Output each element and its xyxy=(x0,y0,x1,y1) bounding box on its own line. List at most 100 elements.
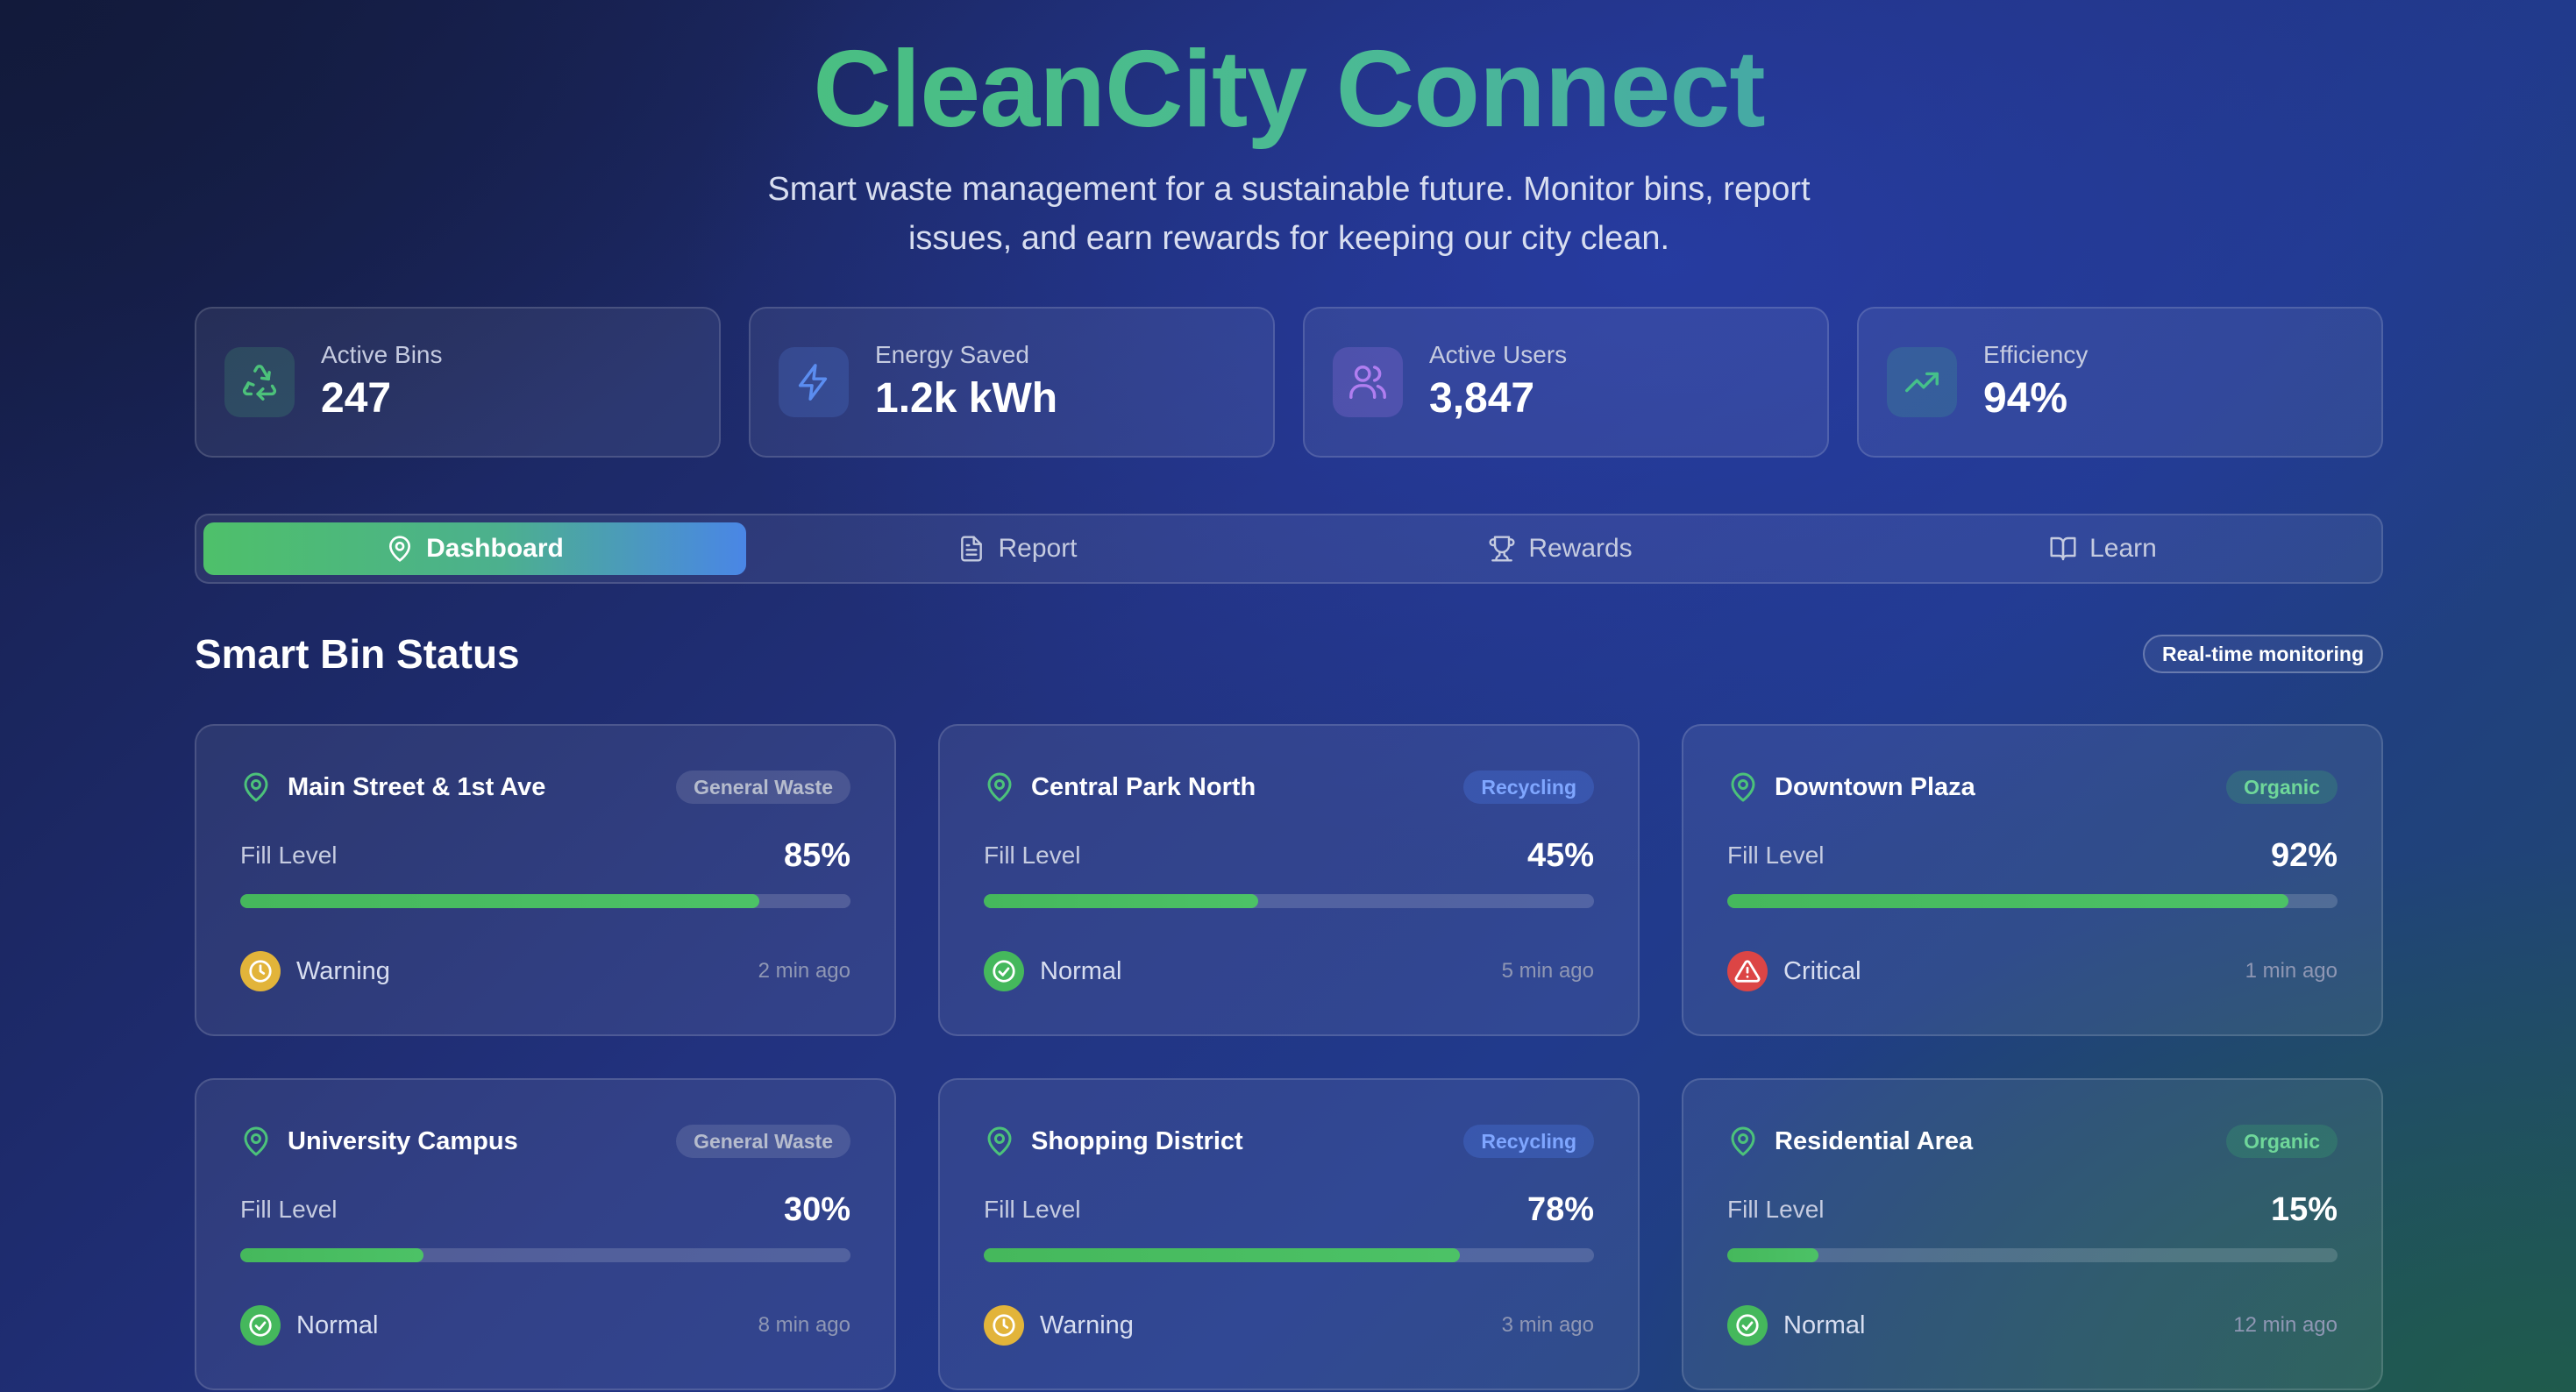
fill-level-value: 15% xyxy=(2270,1190,2338,1228)
bin-location: Downtown Plaza xyxy=(1775,772,1975,801)
status-label: Critical xyxy=(1783,956,1861,985)
tab-label: Rewards xyxy=(1528,534,1633,563)
fill-level-value: 78% xyxy=(1526,1190,1594,1228)
section-title: Smart Bin Status xyxy=(195,631,520,677)
tab-dashboard[interactable]: Dashboard xyxy=(203,522,746,575)
bin-card[interactable]: Residential Area Organic Fill Level 15% Norm… xyxy=(1682,1078,2383,1390)
fill-row: Fill Level 15% xyxy=(1727,1190,2338,1229)
alert-triangle-icon xyxy=(1727,951,1768,991)
status-label: Warning xyxy=(296,956,390,985)
tab-learn[interactable]: Learn xyxy=(1832,522,2374,575)
map-pin-icon xyxy=(1731,1126,1755,1156)
fill-level-label: Fill Level xyxy=(1727,842,1825,869)
last-updated: 5 min ago xyxy=(1501,959,1594,983)
fill-level-value: 30% xyxy=(783,1190,850,1228)
users-icon xyxy=(1333,347,1403,417)
stat-card-energy-saved: Energy Saved 1.2k kWh xyxy=(749,307,1275,458)
waste-type-badge: Organic xyxy=(2226,771,2338,804)
tab-label: Dashboard xyxy=(426,534,564,563)
stat-value: 94% xyxy=(1983,375,2068,422)
fill-row: Fill Level 92% xyxy=(1727,836,2338,875)
fill-level-bar-fill xyxy=(1727,894,2289,908)
fill-level-bar xyxy=(1727,1248,2338,1262)
stat-card-efficiency: Efficiency 94% xyxy=(1857,307,2383,458)
tab-report[interactable]: Report xyxy=(746,522,1289,575)
status-label: Normal xyxy=(1783,1310,1866,1339)
waste-type-badge: Organic xyxy=(2226,1125,2338,1158)
clock-icon xyxy=(240,951,281,991)
stat-card-active-bins: Active Bins 247 xyxy=(195,307,721,458)
status-row: Warning 3 min ago xyxy=(984,1304,1594,1346)
status-row: Normal 8 min ago xyxy=(240,1304,850,1346)
stat-label: Efficiency xyxy=(1983,341,2089,368)
tab-label: Learn xyxy=(2089,534,2157,563)
stat-label: Active Bins xyxy=(321,341,443,368)
check-circle-icon xyxy=(984,951,1024,991)
trophy-icon xyxy=(1489,536,1515,562)
fill-row: Fill Level 45% xyxy=(984,836,1594,875)
bin-grid: Main Street & 1st Ave General Waste Fill L… xyxy=(195,724,2383,1390)
app-subtitle: Smart waste management for a sustainable… xyxy=(767,171,1811,257)
map-pin-icon xyxy=(1731,772,1755,802)
map-pin-icon xyxy=(244,772,268,802)
status-label: Warning xyxy=(1040,1310,1134,1339)
fill-level-bar-fill xyxy=(240,894,759,908)
bin-header: Shopping District Recycling xyxy=(984,1122,1594,1161)
map-pin-icon xyxy=(987,772,1012,802)
bin-location: University Campus xyxy=(288,1126,518,1155)
map-pin-icon xyxy=(244,1126,268,1156)
stat-value: 3,847 xyxy=(1429,375,1535,422)
fill-level-label: Fill Level xyxy=(984,842,1081,869)
bin-header: Downtown Plaza Organic xyxy=(1727,768,2338,806)
trending-up-icon xyxy=(1887,347,1957,417)
document-icon xyxy=(961,536,983,562)
fill-level-bar xyxy=(240,894,850,908)
status-row: Critical 1 min ago xyxy=(1727,950,2338,992)
waste-type-badge: General Waste xyxy=(676,771,850,804)
recycle-icon xyxy=(224,347,295,417)
bin-header: Residential Area Organic xyxy=(1727,1122,2338,1161)
bin-card[interactable]: Main Street & 1st Ave General Waste Fill L… xyxy=(195,724,896,1036)
check-circle-icon xyxy=(1727,1305,1768,1346)
fill-level-label: Fill Level xyxy=(240,1196,338,1223)
stat-value: 1.2k kWh xyxy=(875,375,1058,422)
fill-level-label: Fill Level xyxy=(984,1196,1081,1223)
stat-label: Energy Saved xyxy=(875,341,1029,368)
fill-level-value: 45% xyxy=(1526,836,1594,874)
fill-level-bar xyxy=(984,1248,1594,1262)
last-updated: 3 min ago xyxy=(1501,1313,1594,1337)
check-circle-icon xyxy=(240,1305,281,1346)
last-updated: 12 min ago xyxy=(2233,1313,2338,1337)
status-row: Normal 12 min ago xyxy=(1727,1304,2338,1346)
fill-level-label: Fill Level xyxy=(1727,1196,1825,1223)
clock-icon xyxy=(984,1305,1024,1346)
fill-level-value: 92% xyxy=(2270,836,2338,874)
fill-level-label: Fill Level xyxy=(240,842,338,869)
stat-card-active-users: Active Users 3,847 xyxy=(1303,307,1829,458)
fill-level-bar-fill xyxy=(984,1248,1460,1262)
fill-row: Fill Level 78% xyxy=(984,1190,1594,1229)
status-row: Warning 2 min ago xyxy=(240,950,850,992)
bin-card[interactable]: Central Park North Recycling Fill Level 45%… xyxy=(938,724,1640,1036)
status-label: Normal xyxy=(1040,956,1122,985)
fill-level-bar xyxy=(984,894,1594,908)
lightning-icon xyxy=(779,347,849,417)
fill-level-value: 85% xyxy=(783,836,850,874)
page: CleanCity Connect Smart waste management… xyxy=(195,0,2383,1392)
fill-level-bar-fill xyxy=(1727,1248,1819,1262)
stat-label: Active Users xyxy=(1429,341,1568,368)
last-updated: 1 min ago xyxy=(2245,959,2338,983)
fill-level-bar-fill xyxy=(240,1248,423,1262)
tab-rewards[interactable]: Rewards xyxy=(1289,522,1832,575)
waste-type-badge: General Waste xyxy=(676,1125,850,1158)
last-updated: 8 min ago xyxy=(758,1313,850,1337)
realtime-badge: Real-time monitoring xyxy=(2142,635,2383,673)
fill-row: Fill Level 85% xyxy=(240,836,850,875)
bin-card[interactable]: Downtown Plaza Organic Fill Level 92% Critic… xyxy=(1682,724,2383,1036)
waste-type-badge: Recycling xyxy=(1463,771,1594,804)
bin-card[interactable]: Shopping District Recycling Fill Level 78% W… xyxy=(938,1078,1640,1390)
waste-type-badge: Recycling xyxy=(1463,1125,1594,1158)
bin-header: Main Street & 1st Ave General Waste xyxy=(240,768,850,806)
tab-label: Report xyxy=(998,534,1078,563)
bin-card[interactable]: University Campus General Waste Fill Level… xyxy=(195,1078,896,1390)
